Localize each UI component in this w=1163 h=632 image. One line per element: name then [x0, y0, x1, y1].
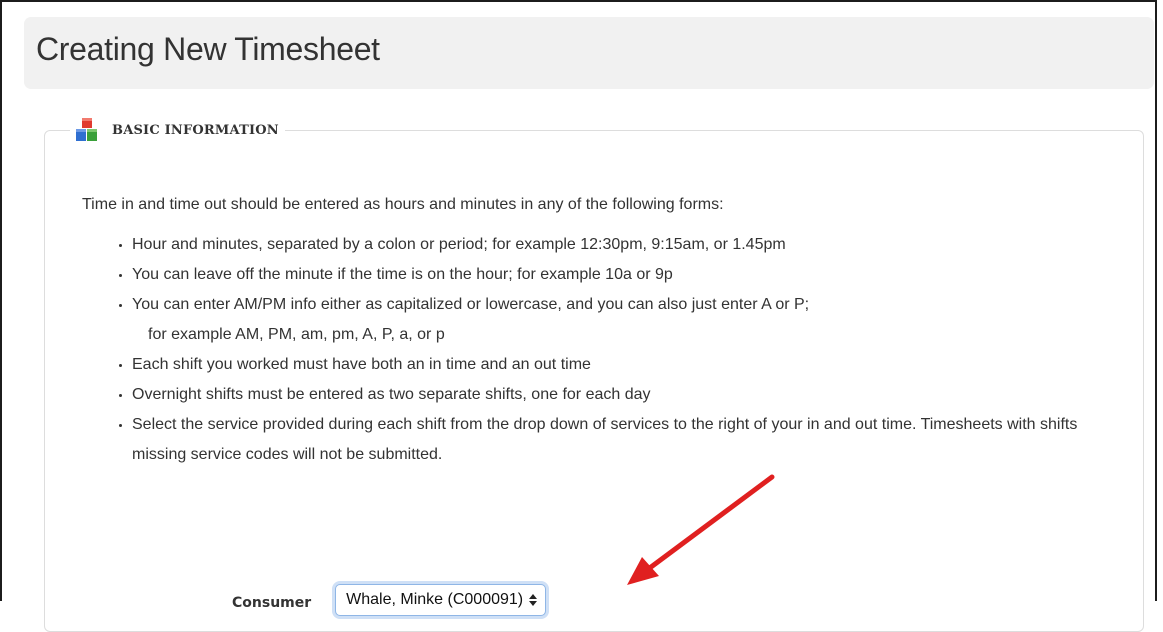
list-item: You can leave off the minute if the time…: [132, 260, 1122, 290]
list-item-text: Select the service provided during each …: [132, 416, 1078, 463]
list-item-text: Overnight shifts must be entered as two …: [132, 386, 651, 403]
consumer-row: Consumer Whale, Minke (C000091): [232, 584, 547, 619]
consumer-select-value: Whale, Minke (C000091): [346, 591, 524, 608]
list-item-text: You can enter AM/PM info either as capit…: [132, 296, 810, 313]
instructions-list: Hour and minutes, separated by a colon o…: [82, 230, 1122, 470]
list-item-text: You can leave off the minute if the time…: [132, 266, 673, 283]
list-item: Each shift you worked must have both an …: [132, 350, 1122, 380]
building-blocks-icon: [76, 117, 98, 143]
section-legend: BASIC INFORMATION: [70, 117, 285, 143]
list-item-text: Hour and minutes, separated by a colon o…: [132, 236, 786, 253]
list-item-continuation: for example AM, PM, am, pm, A, P, a, or …: [148, 326, 445, 343]
consumer-label: Consumer: [232, 595, 312, 611]
consumer-select[interactable]: Whale, Minke (C000091): [335, 584, 547, 616]
list-item-text: Each shift you worked must have both an …: [132, 356, 591, 373]
app-window: Creating New Timesheet BASIC INFORMATION…: [0, 0, 1157, 632]
page-header: Creating New Timesheet: [24, 17, 1154, 89]
list-item: Overnight shifts must be entered as two …: [132, 380, 1122, 410]
list-item: You can enter AM/PM info either as capit…: [132, 290, 1122, 350]
section-title: BASIC INFORMATION: [112, 122, 279, 138]
page-title: Creating New Timesheet: [36, 31, 380, 67]
list-item: Select the service provided during each …: [132, 410, 1122, 470]
instructions-intro: Time in and time out should be entered a…: [82, 196, 724, 213]
list-item: Hour and minutes, separated by a colon o…: [132, 230, 1122, 260]
select-updown-icon: [529, 594, 538, 606]
